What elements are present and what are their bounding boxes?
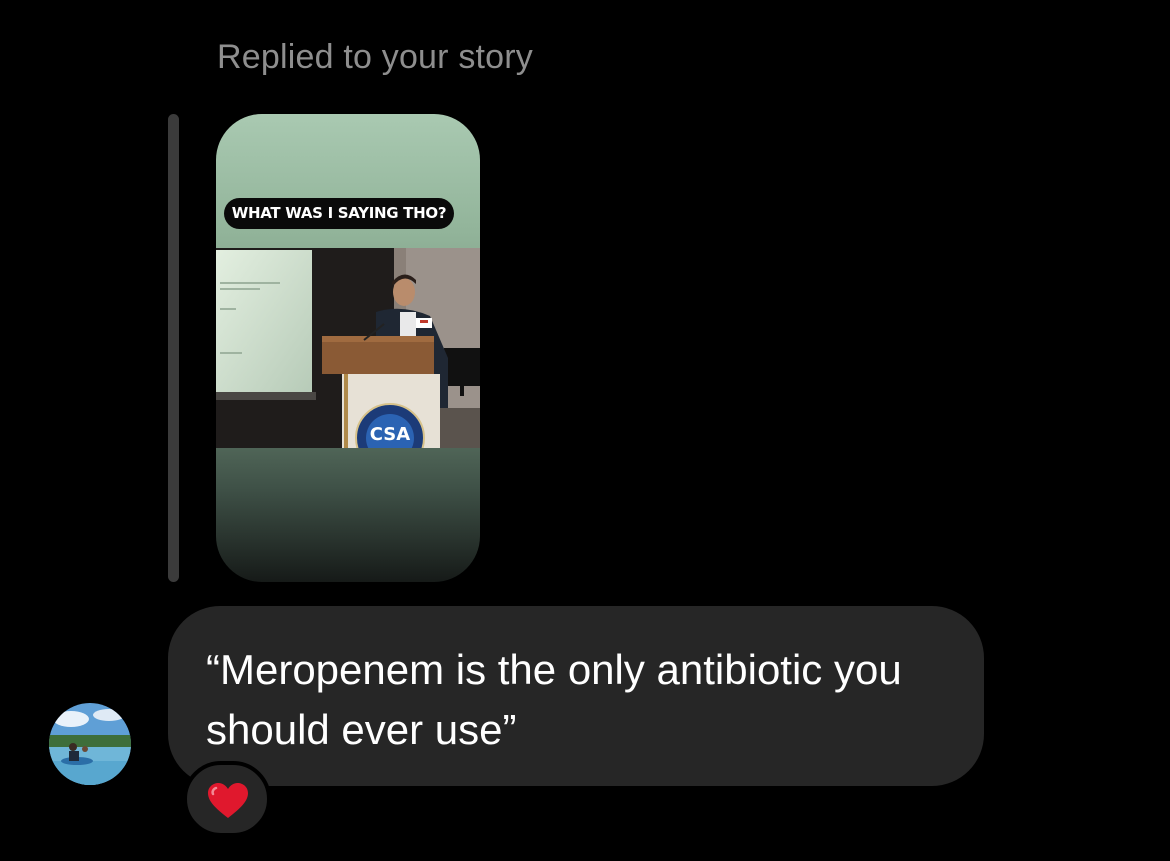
heart-reaction[interactable]	[183, 761, 271, 837]
story-caption: WHAT WAS I SAYING THO?	[224, 198, 454, 229]
dm-thread: Replied to your story WHAT WAS I SAYING …	[0, 0, 1170, 861]
speaker-podium-photo: CSA	[216, 248, 480, 448]
sender-avatar[interactable]	[49, 703, 131, 785]
story-photo: CSA	[216, 248, 480, 448]
svg-text:CSA: CSA	[370, 424, 411, 445]
reply-indicator-bar	[168, 114, 179, 582]
message-bubble[interactable]: “Meropenem is the only antibiotic you sh…	[168, 606, 984, 786]
heart-icon	[208, 783, 248, 818]
replied-to-story-label: Replied to your story	[217, 38, 534, 76]
message-text: “Meropenem is the only antibiotic you sh…	[206, 646, 902, 753]
story-preview[interactable]: WHAT WAS I SAYING THO? CSA	[216, 114, 480, 582]
avatar-photo	[49, 703, 131, 785]
